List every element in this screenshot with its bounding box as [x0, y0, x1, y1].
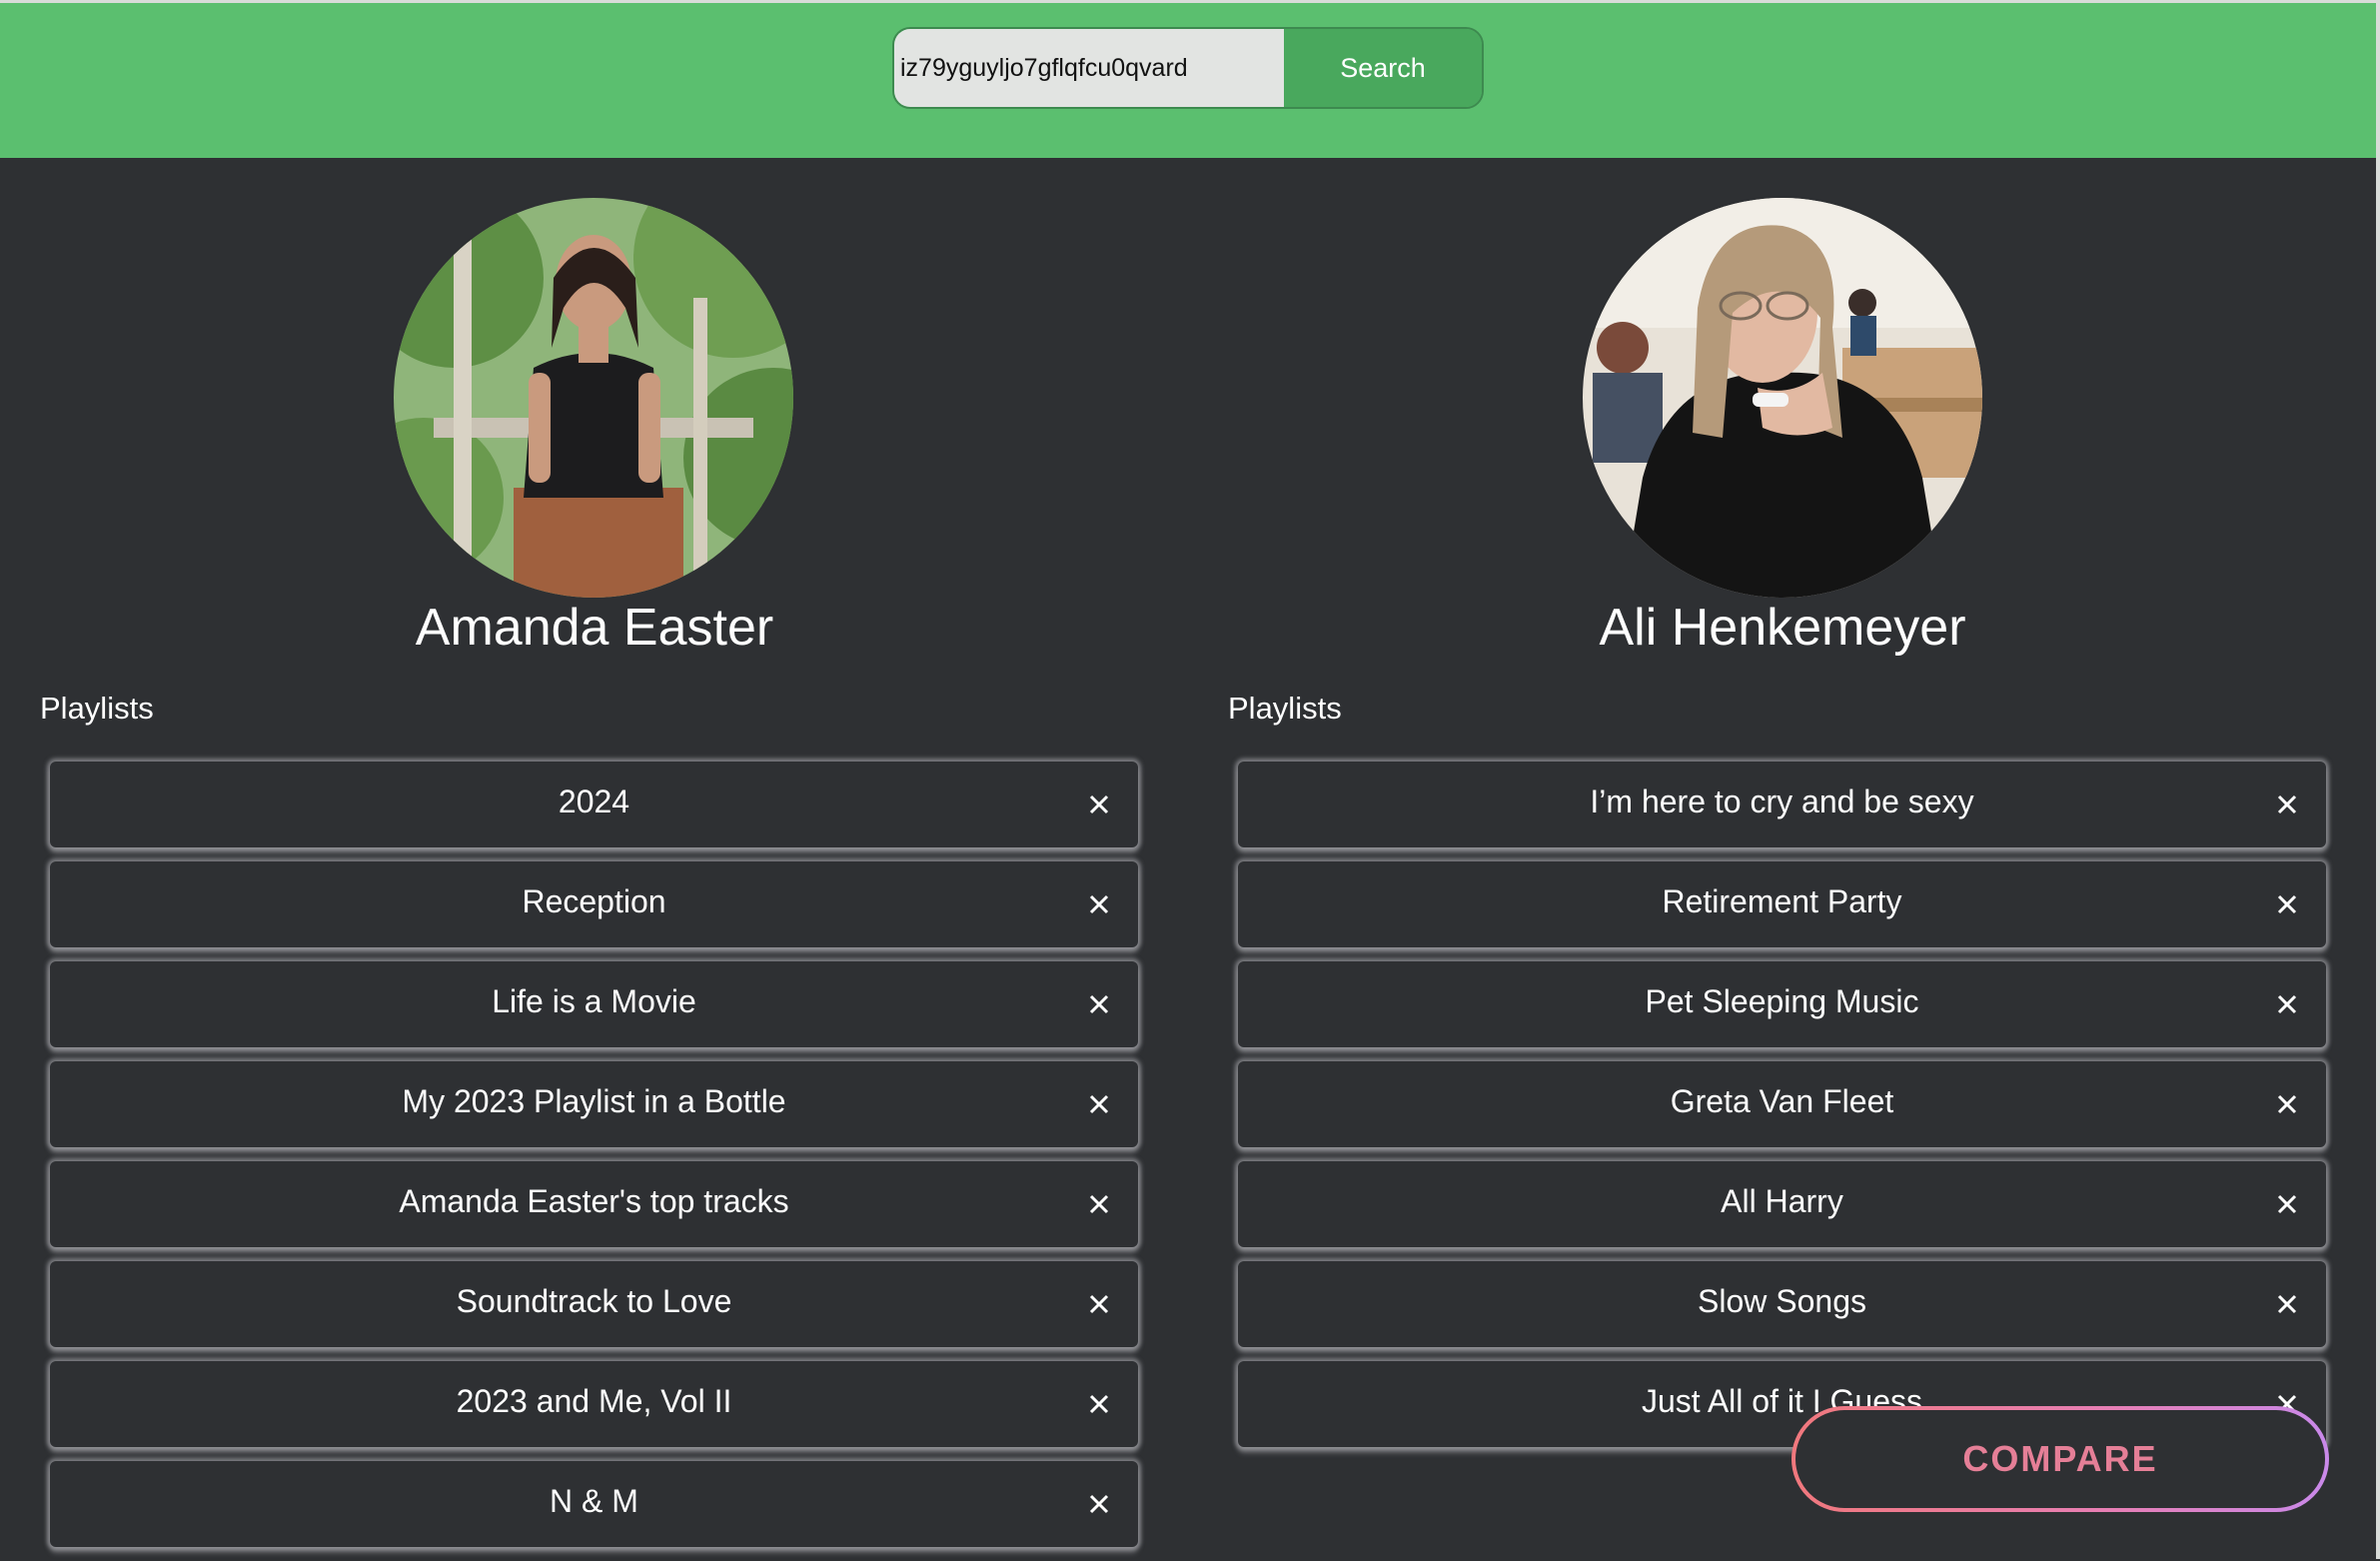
top-bar: Search [0, 0, 2380, 158]
avatar [1583, 198, 1982, 598]
playlist-name: I’m here to cry and be sexy [1590, 783, 1974, 819]
user-photo-icon [1583, 198, 1982, 598]
compare-button[interactable]: COMPARE [1791, 1406, 2329, 1512]
playlist-item[interactable]: Amanda Easter's top tracks [50, 1161, 1138, 1247]
close-icon[interactable] [2272, 1089, 2302, 1119]
playlist-name: Slow Songs [1698, 1283, 1866, 1319]
playlist-name: My 2023 Playlist in a Bottle [402, 1083, 786, 1119]
user-name: Amanda Easter [415, 599, 774, 657]
avatar [394, 198, 793, 598]
playlist-name: Amanda Easter's top tracks [399, 1183, 789, 1219]
close-icon[interactable] [2272, 989, 2302, 1019]
playlist-item[interactable]: Greta Van Fleet [1238, 1061, 2326, 1147]
playlist-item[interactable]: Life is a Movie [50, 961, 1138, 1047]
playlist-item[interactable]: 2024 [50, 762, 1138, 847]
playlist-name: 2023 and Me, Vol II [456, 1383, 732, 1419]
playlist-name: All Harry [1721, 1183, 1843, 1219]
compare-label: COMPARE [1795, 1410, 2325, 1508]
playlist-name: Pet Sleeping Music [1645, 983, 1919, 1019]
window-edge [2376, 0, 2380, 1559]
playlist-name: N & M [550, 1483, 638, 1519]
playlist-item[interactable]: Reception [50, 861, 1138, 947]
playlist-list: 2024 Reception Life is a Movie My 2023 P… [50, 762, 1138, 1561]
playlist-item[interactable]: N & M [50, 1461, 1138, 1547]
search-button[interactable]: Search [1284, 29, 1482, 107]
close-icon[interactable] [1084, 1489, 1114, 1519]
playlist-item[interactable]: Slow Songs [1238, 1261, 2326, 1347]
playlists-heading: Playlists [40, 691, 154, 726]
close-icon[interactable] [1084, 989, 1114, 1019]
playlist-name: Reception [522, 883, 666, 919]
close-icon[interactable] [2272, 789, 2302, 819]
user-name: Ali Henkemeyer [1599, 599, 1966, 657]
playlist-item[interactable]: All Harry [1238, 1161, 2326, 1247]
playlist-item[interactable]: Retirement Party [1238, 861, 2326, 947]
close-icon[interactable] [1084, 1289, 1114, 1319]
playlists-heading: Playlists [1228, 691, 1342, 726]
search-input[interactable] [894, 29, 1284, 107]
close-icon[interactable] [2272, 889, 2302, 919]
playlist-item[interactable]: 2023 and Me, Vol II [50, 1361, 1138, 1447]
close-icon[interactable] [1084, 789, 1114, 819]
playlist-list: I’m here to cry and be sexy Retirement P… [1238, 762, 2326, 1461]
playlist-name: 2024 [558, 783, 630, 819]
playlist-item[interactable]: I’m here to cry and be sexy [1238, 762, 2326, 847]
playlist-item[interactable]: Soundtrack to Love [50, 1261, 1138, 1347]
close-icon[interactable] [2272, 1189, 2302, 1219]
playlist-name: Soundtrack to Love [456, 1283, 732, 1319]
playlist-name: Retirement Party [1662, 883, 1902, 919]
playlist-name: Greta Van Fleet [1670, 1083, 1894, 1119]
close-icon[interactable] [1084, 1389, 1114, 1419]
playlist-item[interactable]: My 2023 Playlist in a Bottle [50, 1061, 1138, 1147]
close-icon[interactable] [2272, 1289, 2302, 1319]
close-icon[interactable] [1084, 1089, 1114, 1119]
close-icon[interactable] [1084, 889, 1114, 919]
playlist-name: Life is a Movie [492, 983, 696, 1019]
close-icon[interactable] [1084, 1189, 1114, 1219]
user-photo-icon [394, 198, 793, 598]
search-bar: Search [892, 27, 1484, 109]
playlist-item[interactable]: Pet Sleeping Music [1238, 961, 2326, 1047]
